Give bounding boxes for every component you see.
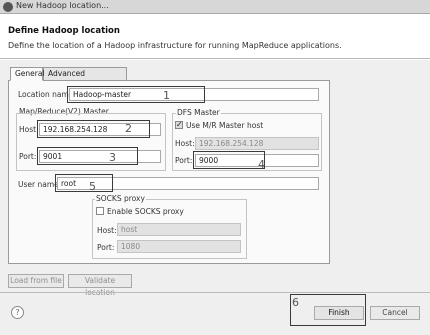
help-icon[interactable]: ? [11,306,24,319]
highlight-box-1 [67,86,205,103]
annotation-2: 2 [125,122,132,135]
use-master-host-label: Use M/R Master host [186,121,264,130]
tab-general[interactable]: General [10,67,45,81]
socks-host-input[interactable]: host [117,223,241,236]
annotation-4: 4 [258,158,265,171]
highlight-box-3 [37,147,138,165]
highlight-box-5 [55,174,113,192]
dfs-port-label: Port: [175,156,193,165]
dfs-host-label: Host: [175,139,195,148]
socks-port-label: Port: [97,243,115,252]
enable-socks-label: Enable SOCKS proxy [107,207,184,216]
highlight-box-2 [37,120,150,138]
annotation-3: 3 [109,151,116,164]
enable-socks-checkbox[interactable] [96,207,104,215]
tab-advanced-parameters[interactable]: Advanced parameters [43,67,127,90]
highlight-box-6 [290,294,366,326]
general-panel: Location name: Hadoop-master 1 Map/Reduc… [8,80,330,264]
socks-port-input[interactable]: 1080 [117,240,241,253]
annotation-1: 1 [163,89,170,102]
annotation-6: 6 [292,296,299,309]
socks-group-title: SOCKS proxy [95,194,146,203]
wizard-header: Define Hadoop location Define the locati… [0,15,430,59]
page-description: Define the location of a Hadoop infrastr… [8,41,342,50]
window-titlebar: New Hadoop location... [0,0,430,14]
mapreduce-host-label: Host: [19,125,39,134]
cancel-button[interactable]: Cancel [370,306,420,320]
highlight-box-4 [193,151,265,169]
validate-location-button[interactable]: Validate location [68,274,132,297]
window-title: New Hadoop location... [16,1,109,10]
mapreduce-port-label: Port: [19,152,37,161]
load-from-file-button[interactable]: Load from file [8,274,64,288]
footer-separator [0,292,430,293]
app-icon [3,2,13,12]
use-master-host-checkbox[interactable] [175,120,183,129]
dfs-host-input[interactable]: 192.168.254.128 [195,137,319,150]
annotation-5: 5 [89,180,96,193]
page-title: Define Hadoop location [8,26,120,36]
dfs-group-title: DFS Master [176,108,221,117]
socks-host-label: Host: [97,226,117,235]
